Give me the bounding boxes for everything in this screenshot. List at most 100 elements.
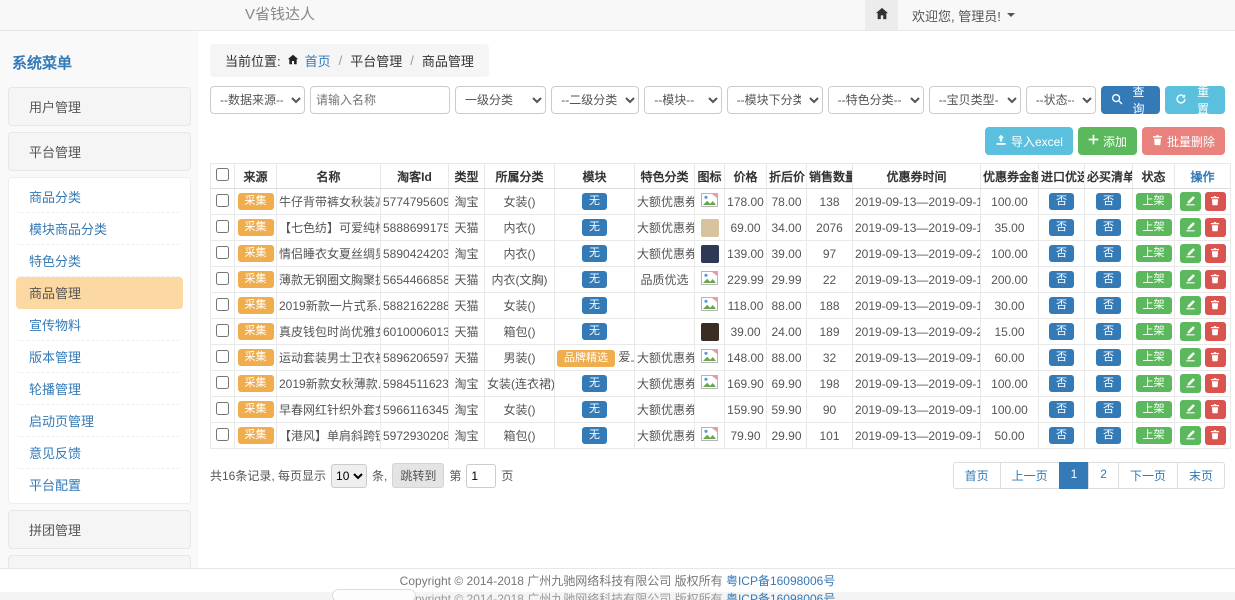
delete-button[interactable] — [1205, 270, 1226, 289]
delete-button[interactable] — [1205, 296, 1226, 315]
edit-button[interactable] — [1180, 296, 1201, 315]
row-checkbox[interactable] — [216, 350, 229, 363]
must-buy-badge[interactable]: 否 — [1096, 349, 1121, 366]
import-select-badge[interactable]: 否 — [1049, 245, 1074, 262]
delete-button[interactable] — [1205, 192, 1226, 211]
delete-button[interactable] — [1205, 322, 1226, 341]
import-select-badge[interactable]: 否 — [1049, 193, 1074, 210]
status-select[interactable]: --状态-- — [1026, 86, 1096, 114]
page-button-2[interactable]: 2 — [1088, 462, 1119, 489]
edit-button[interactable] — [1180, 244, 1201, 263]
reset-button[interactable]: 重置 — [1165, 86, 1225, 114]
page-button-1[interactable]: 1 — [1059, 462, 1090, 489]
status-badge[interactable]: 上架 — [1136, 193, 1172, 210]
sidebar-item-7[interactable]: 启动页管理 — [16, 405, 183, 437]
name-input[interactable] — [310, 86, 450, 114]
delete-button[interactable] — [1205, 348, 1226, 367]
must-buy-badge[interactable]: 否 — [1096, 193, 1121, 210]
module-select[interactable]: --模块-- — [644, 86, 721, 114]
data-source-select[interactable]: --数据来源-- — [210, 86, 305, 114]
row-checkbox[interactable] — [216, 246, 229, 259]
status-badge[interactable]: 上架 — [1136, 427, 1172, 444]
status-badge[interactable]: 上架 — [1136, 375, 1172, 392]
must-buy-badge[interactable]: 否 — [1096, 375, 1121, 392]
search-button[interactable]: 查询 — [1101, 86, 1161, 114]
edit-button[interactable] — [1180, 322, 1201, 341]
import-excel-button[interactable]: 导入excel — [985, 127, 1073, 155]
sidebar-item-4[interactable]: 宣传物料 — [16, 309, 183, 341]
sidebar-item-2[interactable]: 特色分类 — [16, 245, 183, 277]
batch-delete-button[interactable]: 批量删除 — [1142, 127, 1225, 155]
jump-page-input[interactable] — [466, 464, 496, 488]
edit-button[interactable] — [1180, 400, 1201, 419]
sidebar-group-1[interactable]: 平台管理 — [8, 132, 191, 171]
delete-button[interactable] — [1205, 400, 1226, 419]
page-button-上一页[interactable]: 上一页 — [1000, 462, 1060, 489]
import-select-badge[interactable]: 否 — [1049, 219, 1074, 236]
user-menu[interactable]: 欢迎您, 管理员! — [912, 6, 1015, 25]
import-select-badge[interactable]: 否 — [1049, 297, 1074, 314]
edit-button[interactable] — [1180, 426, 1201, 445]
breadcrumb-home-link[interactable]: 首页 — [305, 51, 331, 70]
status-badge[interactable]: 上架 — [1136, 297, 1172, 314]
status-badge[interactable]: 上架 — [1136, 323, 1172, 340]
row-checkbox[interactable] — [216, 220, 229, 233]
sidebar-item-1[interactable]: 模块商品分类 — [16, 213, 183, 245]
module-sub-category-select[interactable]: --模块下分类-- — [727, 86, 823, 114]
item-type-select[interactable]: --宝贝类型-- — [929, 86, 1021, 114]
delete-button[interactable] — [1205, 426, 1226, 445]
level2-category-select[interactable]: --二级分类-- — [551, 86, 639, 114]
edit-button[interactable] — [1180, 348, 1201, 367]
add-button[interactable]: 添加 — [1078, 127, 1137, 155]
status-badge[interactable]: 上架 — [1136, 219, 1172, 236]
import-select-badge[interactable]: 否 — [1049, 427, 1074, 444]
must-buy-badge[interactable]: 否 — [1096, 297, 1121, 314]
must-buy-badge[interactable]: 否 — [1096, 219, 1121, 236]
row-checkbox[interactable] — [216, 194, 229, 207]
edit-button[interactable] — [1180, 218, 1201, 237]
select-all-checkbox[interactable] — [216, 168, 229, 181]
import-select-badge[interactable]: 否 — [1049, 401, 1074, 418]
edit-button[interactable] — [1180, 374, 1201, 393]
icp-link[interactable]: 粤ICP备16098006号 — [726, 574, 835, 588]
row-checkbox[interactable] — [216, 324, 229, 337]
must-buy-badge[interactable]: 否 — [1096, 323, 1121, 340]
import-select-badge[interactable]: 否 — [1049, 323, 1074, 340]
status-badge[interactable]: 上架 — [1136, 245, 1172, 262]
level1-category-select[interactable]: 一级分类 — [455, 86, 546, 114]
home-button[interactable] — [865, 0, 898, 30]
sidebar-item-6[interactable]: 轮播管理 — [16, 373, 183, 405]
row-checkbox[interactable] — [216, 376, 229, 389]
delete-button[interactable] — [1205, 218, 1226, 237]
sidebar-item-3[interactable]: 商品管理 — [16, 277, 183, 309]
must-buy-badge[interactable]: 否 — [1096, 245, 1121, 262]
row-checkbox[interactable] — [216, 298, 229, 311]
status-badge[interactable]: 上架 — [1136, 349, 1172, 366]
row-checkbox[interactable] — [216, 402, 229, 415]
row-checkbox[interactable] — [216, 272, 229, 285]
sidebar-item-8[interactable]: 意见反馈 — [16, 437, 183, 469]
must-buy-badge[interactable]: 否 — [1096, 271, 1121, 288]
import-select-badge[interactable]: 否 — [1049, 349, 1074, 366]
status-badge[interactable]: 上架 — [1136, 271, 1172, 288]
sidebar-group-bottom-0[interactable]: 拼团管理 — [8, 510, 191, 549]
sidebar-item-9[interactable]: 平台配置 — [16, 469, 183, 500]
per-page-select[interactable]: 10 — [331, 464, 367, 488]
sidebar-group-0[interactable]: 用户管理 — [8, 87, 191, 126]
sidebar-item-5[interactable]: 版本管理 — [16, 341, 183, 373]
page-button-下一页[interactable]: 下一页 — [1118, 462, 1178, 489]
edit-button[interactable] — [1180, 192, 1201, 211]
must-buy-badge[interactable]: 否 — [1096, 427, 1121, 444]
special-category-select[interactable]: --特色分类-- — [828, 86, 924, 114]
page-button-末页[interactable]: 末页 — [1177, 462, 1225, 489]
jump-button[interactable]: 跳转到 — [392, 463, 444, 488]
page-button-首页[interactable]: 首页 — [953, 462, 1001, 489]
must-buy-badge[interactable]: 否 — [1096, 401, 1121, 418]
row-checkbox[interactable] — [216, 428, 229, 441]
delete-button[interactable] — [1205, 244, 1226, 263]
status-badge[interactable]: 上架 — [1136, 401, 1172, 418]
delete-button[interactable] — [1205, 374, 1226, 393]
import-select-badge[interactable]: 否 — [1049, 375, 1074, 392]
import-select-badge[interactable]: 否 — [1049, 271, 1074, 288]
sidebar-item-0[interactable]: 商品分类 — [16, 181, 183, 213]
